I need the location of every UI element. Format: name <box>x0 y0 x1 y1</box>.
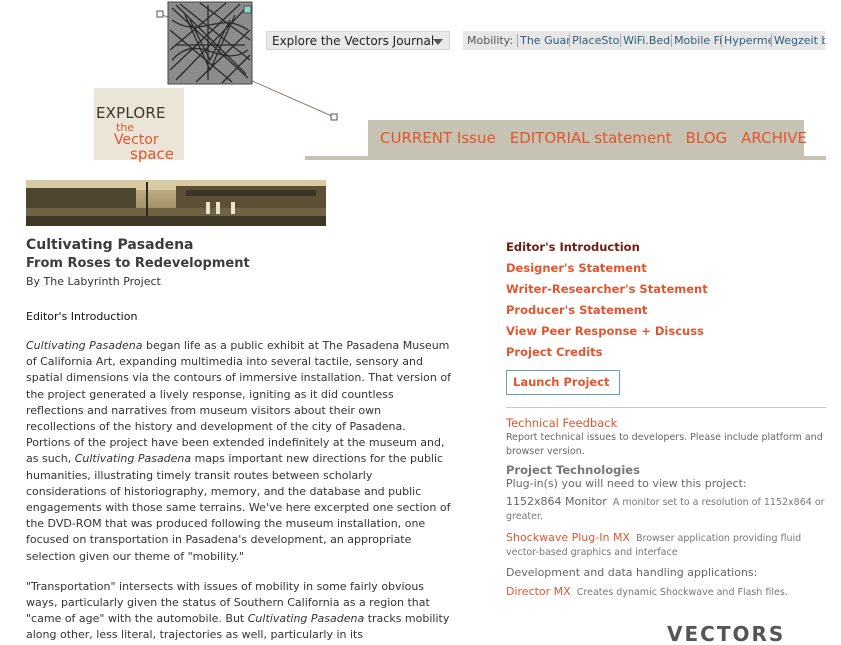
shockwave-plugin-link[interactable]: Shockwave Plug-In MX <box>506 531 630 544</box>
development-note: Development and data handling applicatio… <box>506 566 758 579</box>
main-nav: CURRENT Issue EDITORIAL statement BLOG A… <box>368 120 807 156</box>
nav-archive[interactable]: ARCHIVE <box>741 129 807 147</box>
article-body: Cultivating Pasadena began life as a pub… <box>26 338 451 645</box>
journal-dropdown[interactable]: Explore the Vectors Journal <box>266 31 450 50</box>
italic-title: Cultivating Pasadena <box>247 612 365 626</box>
director-mx-link[interactable]: Director MX <box>506 585 571 598</box>
paragraph: Cultivating Pasadena began life as a pub… <box>26 338 451 565</box>
mobility-label: Mobility: <box>467 34 514 47</box>
requirement-description: Creates dynamic Shockwave and Flash file… <box>576 587 788 598</box>
article-byline: By The Labyrinth Project <box>26 275 161 288</box>
requirement-name: 1152x864 Monitor <box>506 495 607 508</box>
article-title: Cultivating Pasadena <box>26 237 194 253</box>
mobility-link-mobile-fig[interactable]: Mobile Fig <box>671 34 721 47</box>
sidebar-link-writer-researchers-statement[interactable]: Writer-Researcher's Statement <box>506 282 708 303</box>
explore-logo[interactable]: EXPLORE the Vector space <box>96 106 174 162</box>
project-technologies-heading: Project Technologies <box>506 463 640 477</box>
technical-feedback-description: Report technical issues to developers. P… <box>506 432 823 457</box>
chevron-down-icon <box>433 39 443 45</box>
logo-line-space: space <box>130 145 175 163</box>
italic-title: Cultivating Pasadena <box>26 339 143 352</box>
requirement-shockwave: Shockwave Plug-In MX Browser application… <box>506 531 826 560</box>
sidebar-link-designers-statement[interactable]: Designer's Statement <box>506 261 708 282</box>
plugin-note: Plug-in(s) you will need to view this pr… <box>506 477 747 490</box>
banner-image <box>26 180 326 226</box>
nav-blog[interactable]: BLOG <box>686 129 728 147</box>
logo-line-explore: EXPLORE <box>96 104 166 122</box>
paragraph-text: maps important new directions for the pu… <box>26 452 451 563</box>
paragraph-text: began life as a public exhibit at The Pa… <box>26 339 451 466</box>
mobility-link-hypermec[interactable]: Hypermec <box>721 34 771 47</box>
sidebar-links: Editor's Introduction Designer's Stateme… <box>506 240 708 366</box>
nav-current-issue[interactable]: CURRENT Issue <box>380 129 496 147</box>
requirement-director: Director MX Creates dynamic Shockwave an… <box>506 585 826 600</box>
section-heading: Editor's Introduction <box>26 310 138 323</box>
sidebar-link-peer-response[interactable]: View Peer Response + Discuss <box>506 324 708 345</box>
launch-project-button[interactable]: Launch Project <box>506 370 620 395</box>
paragraph-text: "Transportation" intersects with issues … <box>26 579 430 626</box>
sidebar-link-project-credits[interactable]: Project Credits <box>506 345 708 366</box>
sidebar-divider <box>506 407 826 408</box>
article-subtitle: From Roses to Redevelopment <box>26 256 250 271</box>
vectors-footer-logo: VECTORS <box>667 622 786 645</box>
paragraph: "Transportation" intersects with issues … <box>26 579 451 644</box>
nav-divider <box>305 156 826 160</box>
mobility-link-guan[interactable]: The Guan <box>517 34 569 47</box>
paragraph-text: tracks mobility along other, less litera… <box>26 612 450 642</box>
mobility-link-wifi[interactable]: WiFi.Bedc <box>620 34 671 47</box>
mobility-link-wegzeit[interactable]: Wegzeit b <box>771 34 825 47</box>
sidebar-link-producers-statement[interactable]: Producer's Statement <box>506 303 708 324</box>
sidebar-link-editors-introduction[interactable]: Editor's Introduction <box>506 240 708 261</box>
mobility-link-placestor[interactable]: PlaceStor <box>569 34 620 47</box>
nav-editorial-statement[interactable]: EDITORIAL statement <box>510 129 672 147</box>
italic-title: Cultivating Pasadena <box>74 452 192 466</box>
journal-dropdown-value: Explore the Vectors Journal <box>272 34 435 48</box>
technical-feedback-link[interactable]: Technical Feedback <box>506 416 617 430</box>
mobility-bar: Mobility: The Guan PlaceStor WiFi.Bedc M… <box>463 31 825 50</box>
requirement-monitor: 1152x864 Monitor A monitor set to a reso… <box>506 495 826 524</box>
